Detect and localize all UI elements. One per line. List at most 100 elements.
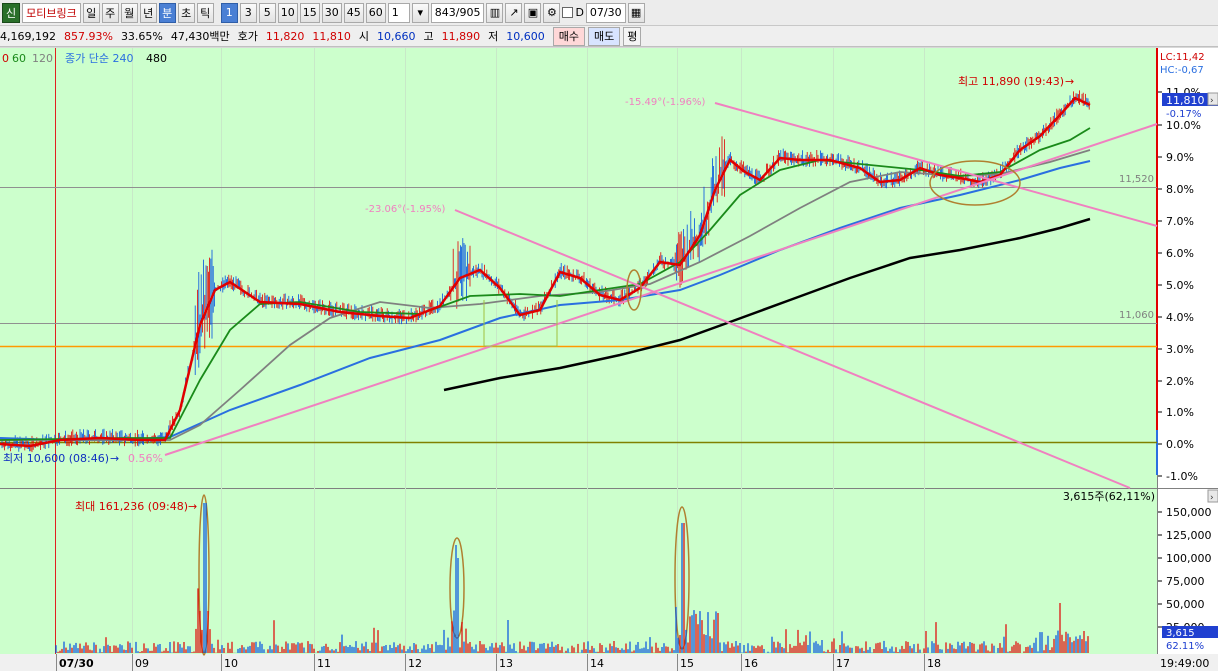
volume-level-label: 75,000 xyxy=(1166,575,1205,588)
current-volume-value: 3,615 xyxy=(1166,628,1195,639)
date-check-label: D xyxy=(575,6,584,19)
total-volume: 4,169,192 xyxy=(0,29,56,43)
price-level-label: 9.0% xyxy=(1166,151,1194,164)
interval-button[interactable]: 60 xyxy=(365,2,386,23)
credit-badge: 신 xyxy=(2,2,21,23)
interval-button[interactable]: 10 xyxy=(277,2,298,23)
save-icon[interactable]: ▣ xyxy=(524,2,542,23)
current-volume-ratio: 62.11% xyxy=(1166,641,1204,652)
label-11520: 11,520 xyxy=(1119,174,1154,185)
period-button[interactable]: 분 xyxy=(158,2,176,23)
time-label: 10 xyxy=(224,657,238,670)
volume-level-label: 125,000 xyxy=(1166,529,1212,542)
bar-total: /905 xyxy=(455,6,481,19)
period-button[interactable]: 월 xyxy=(120,2,138,23)
price-level-label: 7.0% xyxy=(1166,215,1194,228)
low-pct-label: 0.56% xyxy=(128,452,163,465)
open-price: 10,660 xyxy=(377,29,416,43)
sell-button[interactable]: 매도 xyxy=(588,26,621,46)
time-label: 15 xyxy=(680,657,694,670)
lc-label: LC:11,42 xyxy=(1160,52,1205,63)
current-price-pct: -0.17% xyxy=(1166,109,1201,120)
time-label: 11 xyxy=(317,657,331,670)
buy-button[interactable]: 매수 xyxy=(552,26,585,46)
hc-label: HC:-0,67 xyxy=(1160,65,1204,76)
time-label: 12 xyxy=(408,657,422,670)
chevron-right-icon: › xyxy=(1210,96,1214,106)
interval-button[interactable]: 30 xyxy=(321,2,342,23)
draw-tool-icon[interactable]: ↗ xyxy=(505,2,523,23)
current-price-value: 11,810 xyxy=(1166,94,1205,107)
eval-button[interactable]: 평 xyxy=(623,26,642,46)
settings-gear-icon[interactable]: ⚙ xyxy=(543,2,561,23)
chart-toolbar: 신 모티브링크 일주월년분초틱 1 3 5 10 15 30 45 60 1 ▾ 843/90… xyxy=(0,0,1218,26)
quote-info-bar: 4,169,192 857.93% 33.65% 47,430백만 호가 11,… xyxy=(0,26,1218,47)
legend-ma120: 120 xyxy=(32,52,53,65)
quote-label: 호가 xyxy=(237,30,258,43)
date-checkbox[interactable] xyxy=(562,7,574,18)
price-level-label: -1.0% xyxy=(1166,470,1198,483)
open-label: 시 xyxy=(358,30,369,43)
volume-max-annotation: 최대 161,236 (09:48) xyxy=(75,500,188,513)
bar-count: 843 xyxy=(434,6,456,19)
price-level-label: 8.0% xyxy=(1166,183,1194,196)
legend-ma240: 종가 단순 240 xyxy=(65,52,133,65)
date-field[interactable]: 07/30 xyxy=(585,2,626,23)
chart-area[interactable]: 0 60 120 종가 단순 240 480 최고 11,890 (19:43)… xyxy=(0,48,1218,671)
price-level-label: 6.0% xyxy=(1166,247,1194,260)
volume-level-label: 100,000 xyxy=(1166,552,1212,565)
interval-button-group: 1 3 5 10 15 30 45 60 xyxy=(220,2,386,23)
price-level-label: 1.0% xyxy=(1166,406,1194,419)
label-11060: 11,060 xyxy=(1119,310,1154,321)
volume-panel-bg xyxy=(0,489,1157,654)
period-button[interactable]: 틱 xyxy=(196,2,214,23)
volume-current-annotation: 3,615주(62,11%) xyxy=(1063,490,1155,503)
period-button[interactable]: 일 xyxy=(82,2,100,23)
interval-input[interactable]: 1 xyxy=(387,2,410,23)
legend-ma60: 60 xyxy=(12,52,26,65)
trend-label-1: -23.06°(-1.95%) xyxy=(365,204,446,215)
current-time-label: 19:49:00 xyxy=(1160,657,1209,670)
time-label: 14 xyxy=(590,657,604,670)
candle-type-icon[interactable]: ▥ xyxy=(486,2,504,23)
interval-dropdown-button[interactable]: ▾ xyxy=(411,2,429,23)
interval-button[interactable]: 3 xyxy=(239,2,257,23)
bid-price: 11,810 xyxy=(312,29,351,43)
trade-amount: 47,430백만 xyxy=(170,30,230,43)
price-level-label: 2.0% xyxy=(1166,375,1194,388)
interval-button[interactable]: 5 xyxy=(258,2,276,23)
period-button[interactable]: 년 xyxy=(139,2,157,23)
interval-button[interactable]: 1 xyxy=(220,2,238,23)
low-arrow-icon: → xyxy=(110,452,119,465)
trend-label-2: -15.49°(-1.96%) xyxy=(625,97,706,108)
high-price: 11,890 xyxy=(441,29,481,43)
legend-prefix: 0 xyxy=(2,52,9,65)
volume-level-label: 50,000 xyxy=(1166,598,1205,611)
time-label: 17 xyxy=(836,657,850,670)
ask-price: 11,820 xyxy=(265,29,305,43)
price-level-label: 10.0% xyxy=(1166,119,1201,132)
time-axis-bg xyxy=(0,654,1218,671)
price-volume-chart[interactable]: 0 60 120 종가 단순 240 480 최고 11,890 (19:43)… xyxy=(0,48,1218,671)
interval-button[interactable]: 45 xyxy=(343,2,364,23)
bar-count-field[interactable]: 843/905 xyxy=(430,2,485,23)
interval-button[interactable]: 15 xyxy=(299,2,320,23)
chevron-right-icon: › xyxy=(1210,493,1214,503)
stock-name-field[interactable]: 모티브링크 xyxy=(22,2,81,23)
low-label: 저 xyxy=(488,30,499,43)
price-level-label: 5.0% xyxy=(1166,279,1194,292)
time-label: 13 xyxy=(499,657,513,670)
calendar-icon[interactable]: ▦ xyxy=(627,2,645,23)
volume-ratio: 857.93% xyxy=(63,29,113,43)
turnover-ratio: 33.65% xyxy=(120,29,163,43)
low-price: 10,600 xyxy=(506,29,545,43)
period-button[interactable]: 초 xyxy=(177,2,195,23)
high-label: 고 xyxy=(423,30,434,43)
high-arrow-icon: → xyxy=(1065,75,1074,88)
time-label: 07/30 xyxy=(59,657,94,670)
period-button[interactable]: 주 xyxy=(101,2,119,23)
volume-max-arrow-icon: → xyxy=(188,500,197,513)
price-level-label: 3.0% xyxy=(1166,343,1194,356)
time-label: 16 xyxy=(744,657,758,670)
price-level-label: 4.0% xyxy=(1166,311,1194,324)
